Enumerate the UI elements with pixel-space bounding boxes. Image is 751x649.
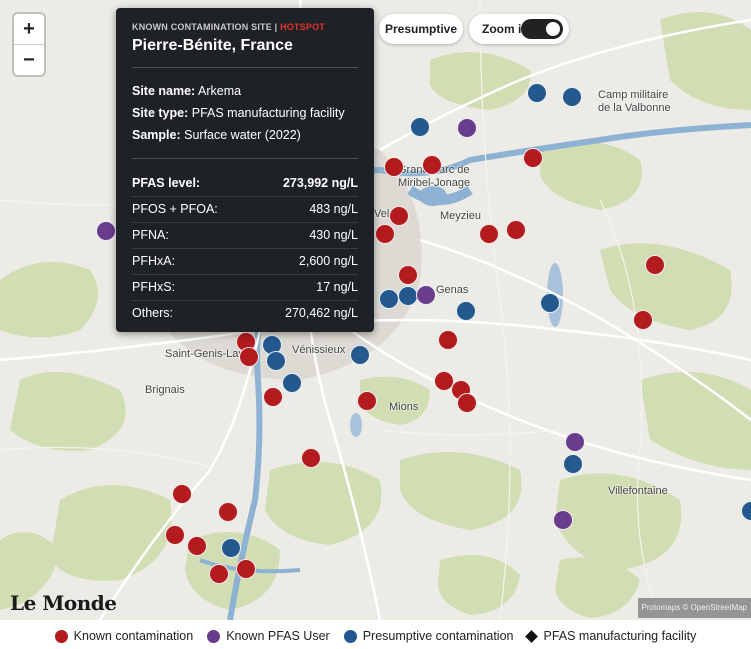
pfas-level-row: PFOS + PFOA: 483 ng/L	[132, 197, 358, 223]
tooltip-divider	[132, 67, 358, 68]
site-marker[interactable]	[165, 525, 185, 545]
site-marker[interactable]	[479, 224, 499, 244]
place-label-brignais: Brignais	[145, 384, 185, 396]
site-marker[interactable]	[565, 432, 585, 452]
site-marker[interactable]	[266, 351, 286, 371]
site-marker[interactable]	[422, 155, 442, 175]
site-marker[interactable]	[172, 484, 192, 504]
legend-label: Known PFAS User	[226, 629, 330, 643]
legend-item-facility: PFAS manufacturing facility	[525, 629, 697, 643]
site-marker[interactable]	[379, 289, 399, 309]
pfas-level-row: PFNA: 430 ng/L	[132, 223, 358, 249]
pfas-level-value: 273,992 ng/L	[282, 176, 358, 190]
le-monde-logo: Le Monde	[10, 591, 117, 615]
pfas-level-value: 2,600 ng/L	[298, 254, 358, 268]
site-marker[interactable]	[263, 387, 283, 407]
site-marker[interactable]	[375, 224, 395, 244]
site-marker[interactable]	[645, 255, 665, 275]
pfas-level-row: PFAS level: 273,992 ng/L	[132, 171, 358, 197]
place-label-villefontaine: Villefontaine	[608, 485, 668, 497]
pfas-level-value: 483 ng/L	[309, 202, 358, 216]
zoom-out-button[interactable]: −	[14, 44, 44, 75]
place-label-venissieux: Vénissieux	[292, 344, 346, 356]
site-type-line: Site type: PFAS manufacturing facility	[132, 106, 345, 120]
site-marker[interactable]	[457, 118, 477, 138]
legend-item-presumptive: Presumptive contamination	[343, 629, 514, 643]
site-marker[interactable]	[633, 310, 653, 330]
site-marker[interactable]	[456, 301, 476, 321]
site-tooltip: KNOWN CONTAMINATION SITE | HOTSPOT Pierr…	[116, 8, 374, 332]
pfas-level-value: 17 ng/L	[316, 280, 358, 294]
place-label-mions: Mions	[389, 401, 419, 413]
presumptive-filter-button[interactable]: Presumptive	[379, 14, 463, 44]
site-marker[interactable]	[506, 220, 526, 240]
site-marker[interactable]	[282, 373, 302, 393]
legend-item-user: Known PFAS User	[207, 629, 330, 643]
pfas-levels-table: PFAS level: 273,992 ng/L PFOS + PFOA: 483 n…	[132, 171, 358, 326]
place-label-genas: Genas	[436, 284, 469, 296]
hotspot-tag: HOTSPOT	[280, 22, 325, 32]
site-marker[interactable]	[540, 293, 560, 313]
site-marker[interactable]	[209, 564, 229, 584]
map-attribution[interactable]: Protomaps © OpenStreetMap	[637, 598, 751, 618]
site-marker[interactable]	[398, 265, 418, 285]
site-marker[interactable]	[553, 510, 573, 530]
diamond-icon	[525, 629, 539, 643]
site-marker[interactable]	[221, 538, 241, 558]
pfas-level-name: PFHxA:	[132, 254, 176, 268]
site-marker[interactable]	[187, 536, 207, 556]
sample-line: Sample: Surface water (2022)	[132, 128, 301, 142]
site-marker[interactable]	[410, 117, 430, 137]
map-legend: Known contamination Known PFAS User Presum…	[0, 624, 751, 648]
pfas-level-row: Others: 270,462 ng/L	[132, 301, 358, 326]
site-marker[interactable]	[384, 157, 404, 177]
zoom-in-toggle[interactable]: Zoom in	[469, 14, 569, 44]
site-marker[interactable]	[357, 391, 377, 411]
pfas-level-name: PFAS level:	[132, 176, 201, 190]
zoom-in-button[interactable]: +	[14, 14, 44, 44]
site-marker[interactable]	[301, 448, 321, 468]
place-label-meyzieu: Meyzieu	[440, 210, 481, 222]
site-marker[interactable]	[563, 454, 583, 474]
site-marker[interactable]	[239, 347, 259, 367]
place-label-velin: Vel	[374, 208, 390, 220]
site-marker[interactable]	[389, 206, 409, 226]
pfas-level-name: PFNA:	[132, 228, 169, 242]
pfas-level-name: PFHxS:	[132, 280, 176, 294]
pfas-level-row: PFHxS: 17 ng/L	[132, 275, 358, 301]
site-name-line: Site name: Arkema	[132, 84, 242, 98]
legend-item-known: Known contamination	[54, 629, 194, 643]
place-label-camp: Camp militaire de la Valbonne	[598, 89, 671, 114]
pfas-level-row: PFHxA: 2,600 ng/L	[132, 249, 358, 275]
legend-label: PFAS manufacturing facility	[543, 629, 697, 643]
site-marker[interactable]	[350, 345, 370, 365]
tooltip-title: Pierre-Bénite, France	[132, 37, 293, 54]
site-marker[interactable]	[398, 286, 418, 306]
site-marker[interactable]	[457, 393, 477, 413]
site-marker[interactable]	[438, 330, 458, 350]
tooltip-divider	[132, 158, 358, 159]
zoom-control: + −	[14, 14, 44, 75]
toggle-knob	[546, 22, 560, 36]
legend-dot-icon	[54, 629, 68, 643]
legend-label: Presumptive contamination	[362, 629, 514, 643]
pfas-level-value: 270,462 ng/L	[285, 306, 358, 320]
site-marker[interactable]	[236, 559, 256, 579]
map-canvas[interactable]: Camp militaire de la Valbonne Grand Parc…	[0, 0, 751, 620]
legend-dot-icon	[207, 629, 221, 643]
legend-dot-icon	[343, 629, 357, 643]
site-marker[interactable]	[416, 285, 436, 305]
site-marker[interactable]	[218, 502, 238, 522]
pfas-level-value: 430 ng/L	[309, 228, 358, 242]
pfas-level-name: Others:	[132, 306, 173, 320]
tooltip-category: KNOWN CONTAMINATION SITE | HOTSPOT	[132, 22, 325, 32]
toggle-switch[interactable]	[521, 19, 563, 39]
site-marker[interactable]	[527, 83, 547, 103]
legend-label: Known contamination	[73, 629, 194, 643]
pfas-level-name: PFOS + PFOA:	[132, 202, 218, 216]
site-marker[interactable]	[562, 87, 582, 107]
site-marker[interactable]	[523, 148, 543, 168]
site-marker[interactable]	[96, 221, 116, 241]
